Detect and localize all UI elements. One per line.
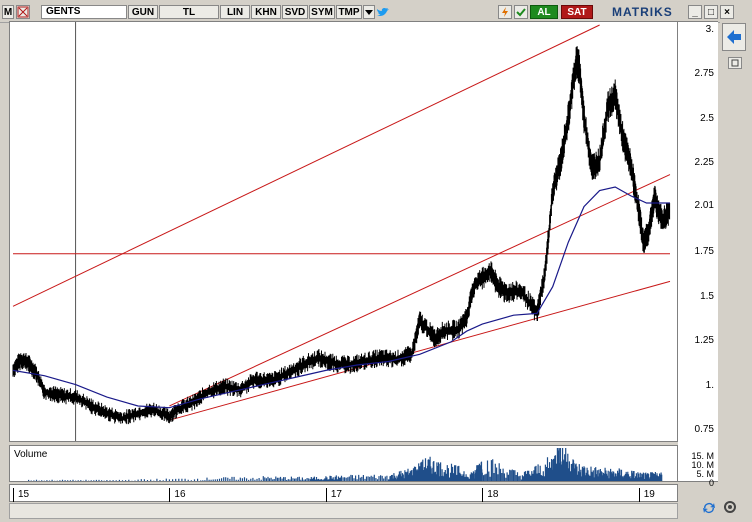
picker-icon [17, 6, 29, 18]
app-logo[interactable]: M [2, 5, 14, 19]
minimize-button[interactable]: _ [688, 5, 702, 19]
gear-icon [724, 501, 736, 513]
symbol-input[interactable]: GENTS [41, 5, 127, 19]
volume-tick-label: 0 [708, 478, 714, 488]
y-tick-label: 1.25 [694, 335, 714, 347]
buy-button[interactable]: AL [530, 5, 558, 19]
btn-currency[interactable]: TL [159, 5, 219, 19]
volume-bars [28, 448, 663, 481]
arrow-left-icon [727, 30, 741, 44]
volume-panel[interactable]: Volume [9, 445, 678, 482]
horizontal-scrollbar[interactable] [9, 503, 678, 519]
symbol-picker-icon[interactable] [16, 5, 30, 19]
pin-icon [731, 59, 739, 67]
y-tick-label: 2.25 [694, 157, 714, 169]
refresh-button[interactable] [700, 499, 718, 517]
y-tick-label: 0.75 [694, 424, 714, 436]
btn-period-daily[interactable]: GUN [128, 5, 158, 19]
trendline-1 [169, 174, 671, 407]
settings-button[interactable] [722, 499, 740, 517]
y-axis[interactable]: 3. 2.75 2.5 2.25 2.01 1.75 1.5 1.25 1. 0.75 15. M… [678, 21, 718, 488]
y-tick-label: 1. [705, 379, 714, 391]
dropdown-button[interactable] [363, 5, 375, 19]
triangle-down-icon [365, 10, 373, 15]
lightning-icon [502, 7, 508, 17]
btn-linear[interactable]: LIN [220, 5, 250, 19]
price-chart[interactable] [10, 22, 677, 441]
y-tick-label: 2.75 [694, 68, 714, 80]
check-icon [516, 8, 526, 17]
x-tick-label: 19 [638, 488, 655, 502]
x-tick-label: 18 [482, 488, 498, 502]
collapse-panel-button[interactable] [722, 23, 746, 51]
right-side-panel [703, 21, 752, 513]
restore-button[interactable]: □ [704, 5, 718, 19]
btn-sym[interactable]: SYM [309, 5, 335, 19]
x-tick-label: 15 [13, 488, 29, 502]
x-tick-label: 16 [169, 488, 186, 502]
y-tick-label: 1.5 [700, 290, 714, 302]
y-tick-label: 1.75 [694, 246, 714, 258]
y-tick-label: 3. [705, 23, 714, 35]
confirm-button[interactable] [514, 5, 528, 19]
flash-button[interactable] [498, 5, 512, 19]
close-button[interactable]: × [720, 5, 734, 19]
x-tick-label: 17 [325, 488, 342, 502]
y-tick-label: 2.01 [694, 199, 714, 211]
trendline-2 [169, 280, 671, 421]
trendline-0 [12, 24, 600, 307]
brand-logo: MATRIKS [612, 5, 673, 19]
sell-button[interactable]: SAT [561, 5, 593, 19]
pin-button[interactable] [728, 57, 742, 69]
price-chart-panel[interactable] [9, 21, 678, 442]
btn-khn[interactable]: KHN [251, 5, 281, 19]
btn-tmp[interactable]: TMP [336, 5, 362, 19]
toolbar: M GENTS GUN TL LIN KHN SVD SYM TMP AL SA… [0, 0, 752, 23]
twitter-button[interactable] [376, 5, 390, 19]
x-axis[interactable]: 15 16 17 18 19 [9, 484, 678, 502]
y-tick-label: 2.5 [700, 112, 714, 124]
volume-label: Volume [14, 449, 48, 460]
refresh-icon [703, 503, 715, 513]
bird-icon [377, 7, 389, 16]
btn-svd[interactable]: SVD [282, 5, 308, 19]
volume-chart [28, 448, 663, 481]
